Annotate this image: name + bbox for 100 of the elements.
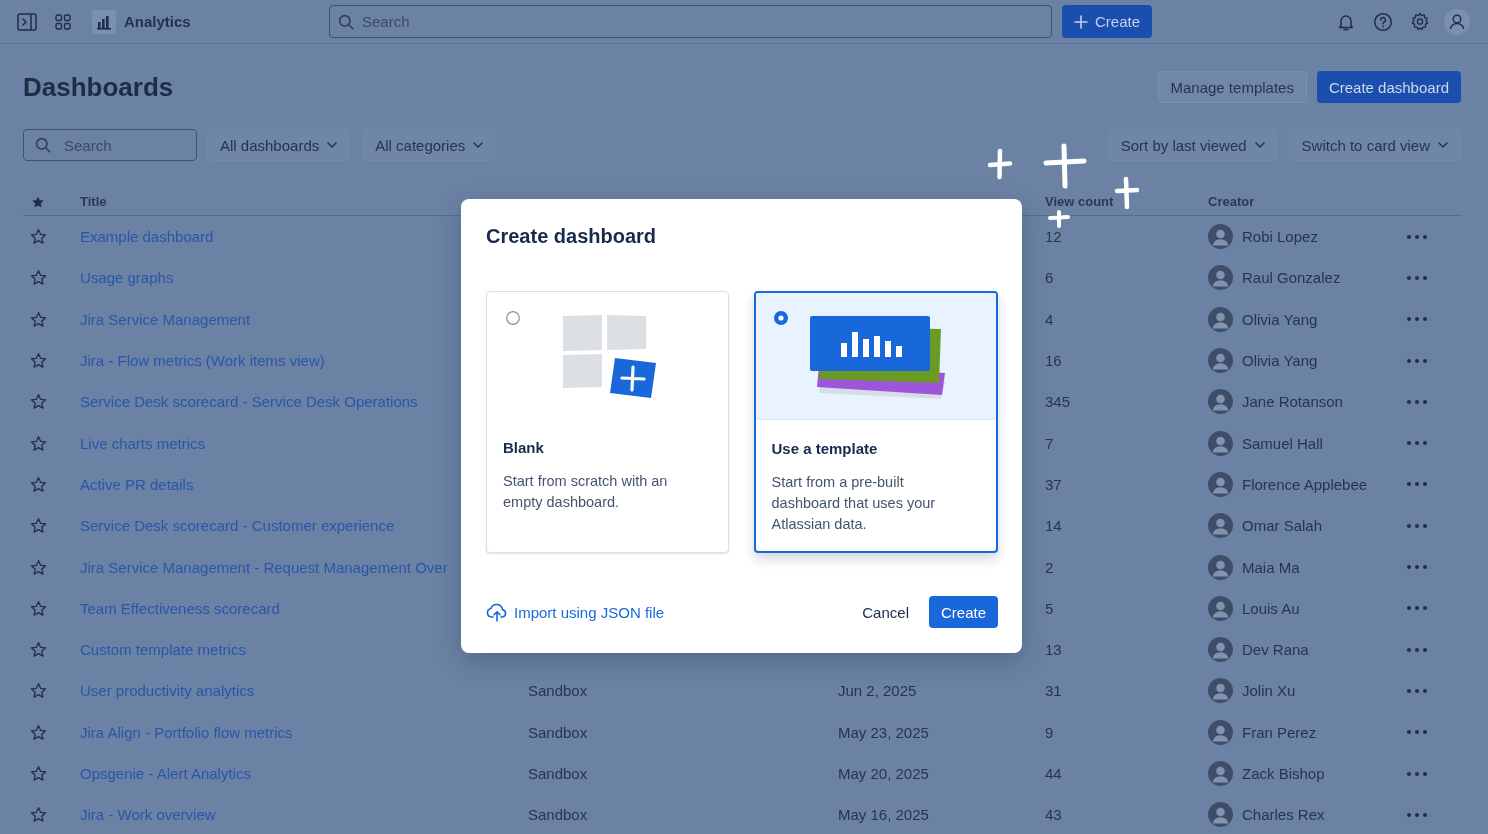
more-icon[interactable] [1406, 398, 1428, 405]
star-icon[interactable] [30, 723, 47, 741]
view-dropdown[interactable]: Switch to card view [1288, 129, 1461, 161]
chevron-down-icon [327, 142, 338, 148]
help-icon[interactable] [1373, 11, 1393, 32]
date-label: May 20, 2025 [838, 765, 929, 782]
category-label: Sandbox [528, 723, 588, 741]
view-count: 5 [1045, 599, 1054, 617]
filter-dropdown[interactable]: All dashboards [207, 129, 351, 161]
manage-templates-button[interactable]: Manage templates [1157, 71, 1307, 103]
more-icon[interactable] [1406, 357, 1428, 364]
star-icon[interactable] [30, 310, 47, 328]
star-icon[interactable] [30, 434, 47, 452]
star-icon[interactable] [30, 228, 47, 246]
apps-grid-icon[interactable] [55, 13, 71, 30]
dashboard-link[interactable]: Service Desk scorecard - Service Desk Operations [80, 393, 418, 411]
sparkle-icon [1114, 176, 1140, 210]
view-count: 345 [1045, 393, 1071, 411]
chevron-down-icon [1438, 142, 1448, 148]
star-icon[interactable] [30, 475, 47, 493]
creator-name: Jane Rotanson [1242, 393, 1343, 411]
avatar-icon [1208, 306, 1233, 332]
category-label: Sandbox [528, 765, 588, 782]
view-count: 14 [1045, 517, 1062, 535]
filter-dropdown[interactable]: All categories [362, 129, 497, 161]
more-icon[interactable] [1406, 233, 1428, 240]
create-button[interactable]: Create [1062, 5, 1153, 38]
option-card[interactable]: Use a template Start from a pre-built dashboard that uses your Atlassian data. [753, 291, 998, 553]
create-dashboard-button[interactable]: Create dashboard [1316, 71, 1461, 103]
dashboard-link[interactable]: Active PR details [80, 475, 194, 493]
dashboard-link[interactable]: Example dashboard [80, 228, 214, 246]
view-count: 2 [1045, 558, 1054, 576]
more-icon[interactable] [1406, 564, 1428, 570]
star-icon[interactable] [30, 641, 47, 659]
dashboard-link[interactable]: Jira Align - Portfolio flow metrics [80, 723, 293, 741]
more-icon[interactable] [1406, 729, 1428, 736]
cloud-upload-icon [486, 602, 508, 622]
search-field[interactable]: Search [23, 129, 197, 161]
dashboard-link[interactable]: Jira Service Management [80, 310, 251, 328]
dashboard-link[interactable]: Jira - Work overview [80, 806, 216, 824]
column-header: Creator [1208, 194, 1255, 209]
sidebar-toggle-icon[interactable] [17, 12, 37, 31]
category-label: Sandbox [528, 682, 588, 700]
more-icon[interactable] [1406, 316, 1428, 323]
dashboard-link[interactable]: Opsgenie - Alert Analytics [80, 765, 251, 782]
avatar-icon [1208, 554, 1233, 580]
more-icon[interactable] [1406, 811, 1428, 818]
bar-chart-icon[interactable] [92, 9, 116, 34]
more-icon[interactable] [1406, 481, 1428, 488]
dashboard-link[interactable]: Custom template metrics [80, 641, 246, 659]
creator-name: Raul Gonzalez [1242, 269, 1341, 287]
dashboard-link[interactable]: Jira Service Management - Request Management Over [80, 558, 448, 576]
import-link[interactable]: Import using JSON file [486, 602, 665, 622]
user-avatar-icon[interactable] [1444, 8, 1470, 35]
star-icon[interactable] [30, 806, 47, 824]
avatar-icon [1208, 761, 1233, 786]
star-icon[interactable] [30, 517, 47, 535]
more-icon[interactable] [1406, 522, 1428, 529]
radio-icon[interactable] [506, 311, 520, 325]
cancel-button[interactable]: Cancel [850, 596, 921, 628]
more-icon[interactable] [1406, 646, 1428, 653]
dashboard-link[interactable]: User productivity analytics [80, 682, 255, 700]
dashboard-link[interactable]: Team Effectiveness scorecard [80, 599, 280, 617]
column-header: Title [80, 194, 107, 209]
more-icon[interactable] [1406, 687, 1428, 694]
star-icon[interactable] [30, 393, 47, 411]
option-card[interactable]: Blank Start from scratch with an empty dashboard. [486, 291, 729, 553]
creator-name: Zack Bishop [1242, 765, 1325, 782]
star-icon[interactable] [30, 682, 47, 700]
option-title: Use a template [771, 439, 879, 459]
creator-name: Louis Au [1242, 599, 1300, 617]
avatar-icon [1208, 719, 1233, 745]
star-icon[interactable] [30, 599, 47, 617]
star-icon[interactable] [30, 558, 47, 576]
sparkle-icon [1043, 143, 1087, 189]
app-name: Analytics [124, 13, 191, 30]
settings-icon[interactable] [1410, 11, 1430, 32]
star-icon[interactable] [30, 352, 47, 370]
more-icon[interactable] [1406, 770, 1428, 777]
dashboard-link[interactable]: Usage graphs [80, 269, 174, 287]
dialog-title: Create dashboard [486, 224, 658, 248]
create-button[interactable]: Create [928, 596, 998, 628]
more-icon[interactable] [1406, 605, 1428, 612]
search-field[interactable]: Search [329, 5, 1052, 38]
dashboard-link[interactable]: Service Desk scorecard - Customer experience [80, 517, 395, 535]
star-icon[interactable] [30, 269, 47, 287]
option-description: Start from scratch with an empty dashboard. [503, 472, 669, 512]
more-icon[interactable] [1406, 440, 1428, 447]
view-count: 31 [1045, 682, 1062, 700]
dashboard-link[interactable]: Live charts metrics [80, 434, 206, 452]
more-icon[interactable] [1406, 274, 1428, 281]
view-dropdown[interactable]: Sort by last viewed [1107, 129, 1278, 161]
radio-icon[interactable] [773, 311, 788, 325]
creator-name: Omar Salah [1242, 517, 1323, 535]
view-count: 9 [1045, 723, 1054, 741]
option-title: Blank [503, 438, 545, 458]
view-count: 12 [1045, 228, 1062, 246]
dashboard-link[interactable]: Jira - Flow metrics (Work items view) [80, 352, 325, 370]
creator-name: Charles Rex [1242, 806, 1325, 824]
star-icon[interactable] [30, 765, 47, 782]
